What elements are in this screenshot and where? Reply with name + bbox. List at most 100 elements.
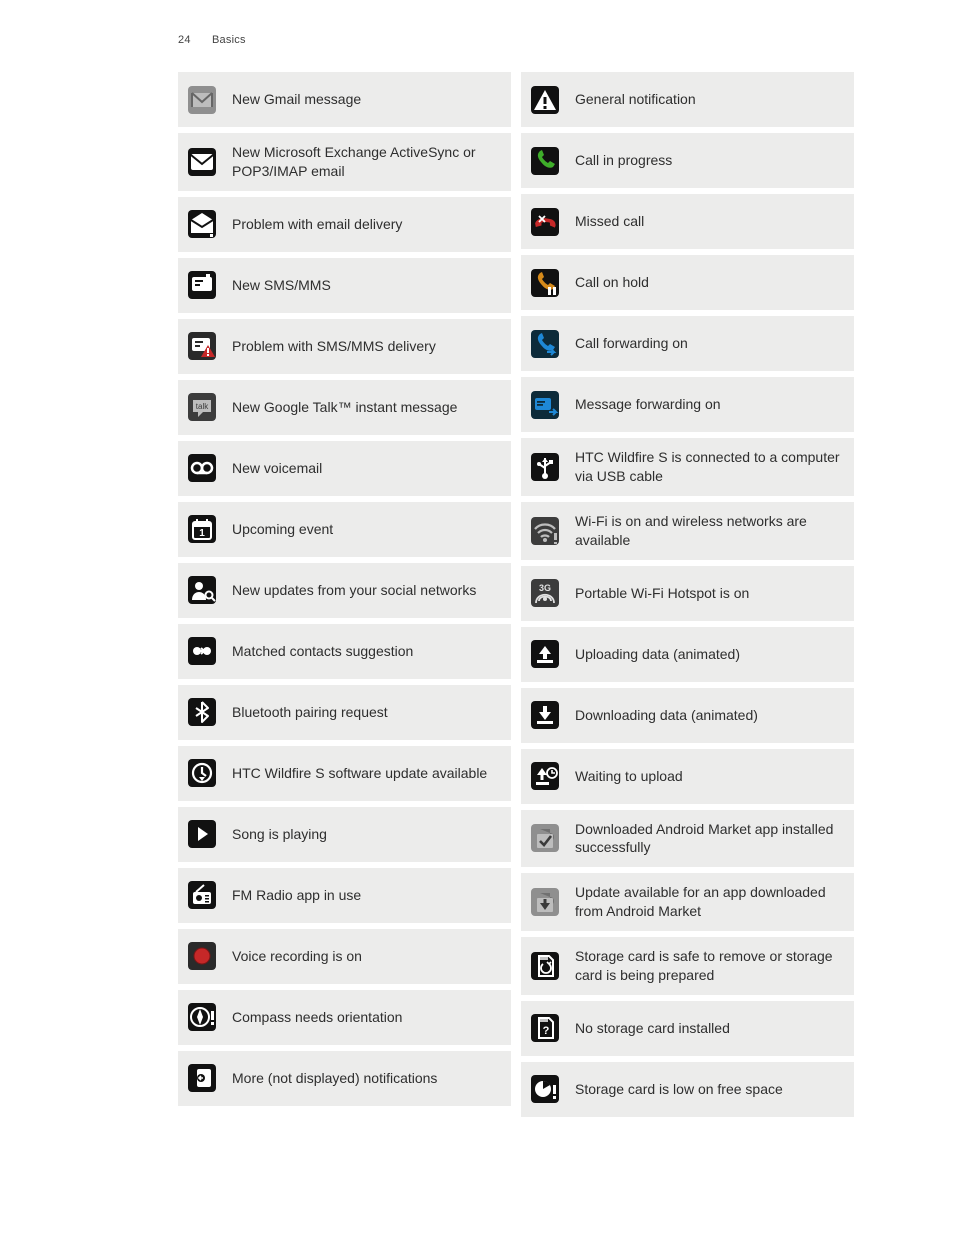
sd-none-icon xyxy=(531,1014,559,1042)
call-fwd-icon xyxy=(531,330,559,358)
compass-icon xyxy=(188,1003,216,1031)
legend-row-voicemail: New voicemail xyxy=(178,441,511,496)
fm-icon xyxy=(188,881,216,909)
legend-row-sd-none: No storage card installed xyxy=(521,1001,854,1056)
legend-label: Call in progress xyxy=(575,151,672,170)
legend-label: Message forwarding on xyxy=(575,395,721,414)
legend-label: FM Radio app in use xyxy=(232,886,361,905)
legend-label: New SMS/MMS xyxy=(232,276,331,295)
legend-label: Problem with SMS/MMS delivery xyxy=(232,337,436,356)
legend-label: Storage card is low on free space xyxy=(575,1080,783,1099)
exchange-icon xyxy=(188,148,216,176)
legend-label: Missed call xyxy=(575,212,644,231)
more-icon xyxy=(188,1064,216,1092)
usb-icon xyxy=(531,453,559,481)
song-icon xyxy=(188,820,216,848)
sms-icon xyxy=(188,271,216,299)
legend-label: Downloading data (animated) xyxy=(575,706,758,725)
legend-label: HTC Wildfire S software update available xyxy=(232,764,487,783)
general-icon xyxy=(531,86,559,114)
legend-label: Bluetooth pairing request xyxy=(232,703,388,722)
legend-label: Wi-Fi is on and wireless networks are av… xyxy=(575,512,844,550)
legend-row-bluetooth: Bluetooth pairing request xyxy=(178,685,511,740)
right-column: General notification Call in progress Miss… xyxy=(521,72,854,1117)
upload-icon xyxy=(531,640,559,668)
legend-label: Voice recording is on xyxy=(232,947,362,966)
legend-row-dl-update: Update available for an app downloaded f… xyxy=(521,873,854,931)
legend-label: New Gmail message xyxy=(232,90,361,109)
section-title: Basics xyxy=(212,34,246,46)
missed-icon xyxy=(531,208,559,236)
gtalk-icon xyxy=(188,393,216,421)
sms-problem-icon xyxy=(188,332,216,360)
legend-row-msg-fwd: Message forwarding on xyxy=(521,377,854,432)
wait-up-icon xyxy=(531,762,559,790)
legend-row-fm: FM Radio app in use xyxy=(178,868,511,923)
dl-ok-icon xyxy=(531,824,559,852)
legend-row-sms: New SMS/MMS xyxy=(178,258,511,313)
legend-row-gmail: New Gmail message xyxy=(178,72,511,127)
legend-row-wifi: Wi-Fi is on and wireless networks are av… xyxy=(521,502,854,560)
legend-row-sms-problem: Problem with SMS/MMS delivery xyxy=(178,319,511,374)
legend-label: Downloaded Android Market app installed … xyxy=(575,820,844,858)
legend-row-call-prog: Call in progress xyxy=(521,133,854,188)
legend-label: HTC Wildfire S is connected to a compute… xyxy=(575,448,844,486)
legend-label: Waiting to upload xyxy=(575,767,683,786)
gmail-icon xyxy=(188,86,216,114)
legend-row-compass: Compass needs orientation xyxy=(178,990,511,1045)
legend-row-social: New updates from your social networks xyxy=(178,563,511,618)
legend-label: No storage card installed xyxy=(575,1019,730,1038)
contacts-icon xyxy=(188,637,216,665)
dl-update-icon xyxy=(531,888,559,916)
legend-label: Call forwarding on xyxy=(575,334,688,353)
event-icon xyxy=(188,515,216,543)
call-prog-icon xyxy=(531,147,559,175)
legend-label: Matched contacts suggestion xyxy=(232,642,413,661)
legend-row-more: More (not displayed) notifications xyxy=(178,1051,511,1106)
legend-row-mail-problem: Problem with email delivery xyxy=(178,197,511,252)
page-header: 24 Basics xyxy=(178,34,906,46)
sd-low-icon xyxy=(531,1075,559,1103)
legend-row-sd-safe: Storage card is safe to remove or storag… xyxy=(521,937,854,995)
legend-row-call-fwd: Call forwarding on xyxy=(521,316,854,371)
hold-icon xyxy=(531,269,559,297)
legend-row-voice-rec: Voice recording is on xyxy=(178,929,511,984)
legend-label: Portable Wi-Fi Hotspot is on xyxy=(575,584,749,603)
legend-row-contacts: Matched contacts suggestion xyxy=(178,624,511,679)
legend-label: New updates from your social networks xyxy=(232,581,476,600)
legend-label: Call on hold xyxy=(575,273,649,292)
wifi-icon xyxy=(531,517,559,545)
legend-row-dl-ok: Downloaded Android Market app installed … xyxy=(521,810,854,868)
legend-label: More (not displayed) notifications xyxy=(232,1069,437,1088)
mail-problem-icon xyxy=(188,210,216,238)
voice-rec-icon xyxy=(188,942,216,970)
icon-legend: New Gmail message New Microsoft Exchange … xyxy=(178,72,906,1117)
legend-row-missed: Missed call xyxy=(521,194,854,249)
legend-label: General notification xyxy=(575,90,696,109)
legend-label: New Microsoft Exchange ActiveSync or POP… xyxy=(232,143,501,181)
legend-label: Compass needs orientation xyxy=(232,1008,402,1027)
legend-row-exchange: New Microsoft Exchange ActiveSync or POP… xyxy=(178,133,511,191)
msg-fwd-icon xyxy=(531,391,559,419)
sw-update-icon xyxy=(188,759,216,787)
legend-row-upload: Uploading data (animated) xyxy=(521,627,854,682)
legend-row-gtalk: New Google Talk™ instant message xyxy=(178,380,511,435)
legend-label: Uploading data (animated) xyxy=(575,645,740,664)
legend-row-hold: Call on hold xyxy=(521,255,854,310)
legend-label: New voicemail xyxy=(232,459,322,478)
legend-row-event: Upcoming event xyxy=(178,502,511,557)
voicemail-icon xyxy=(188,454,216,482)
legend-row-sw-update: HTC Wildfire S software update available xyxy=(178,746,511,801)
legend-row-general: General notification xyxy=(521,72,854,127)
legend-label: Update available for an app downloaded f… xyxy=(575,883,844,921)
legend-row-usb: HTC Wildfire S is connected to a compute… xyxy=(521,438,854,496)
legend-row-sd-low: Storage card is low on free space xyxy=(521,1062,854,1117)
legend-row-hotspot: Portable Wi-Fi Hotspot is on xyxy=(521,566,854,621)
legend-label: Song is playing xyxy=(232,825,327,844)
legend-label: New Google Talk™ instant message xyxy=(232,398,457,417)
page-number: 24 xyxy=(178,34,191,46)
legend-label: Storage card is safe to remove or storag… xyxy=(575,947,844,985)
social-icon xyxy=(188,576,216,604)
download-icon xyxy=(531,701,559,729)
bluetooth-icon xyxy=(188,698,216,726)
